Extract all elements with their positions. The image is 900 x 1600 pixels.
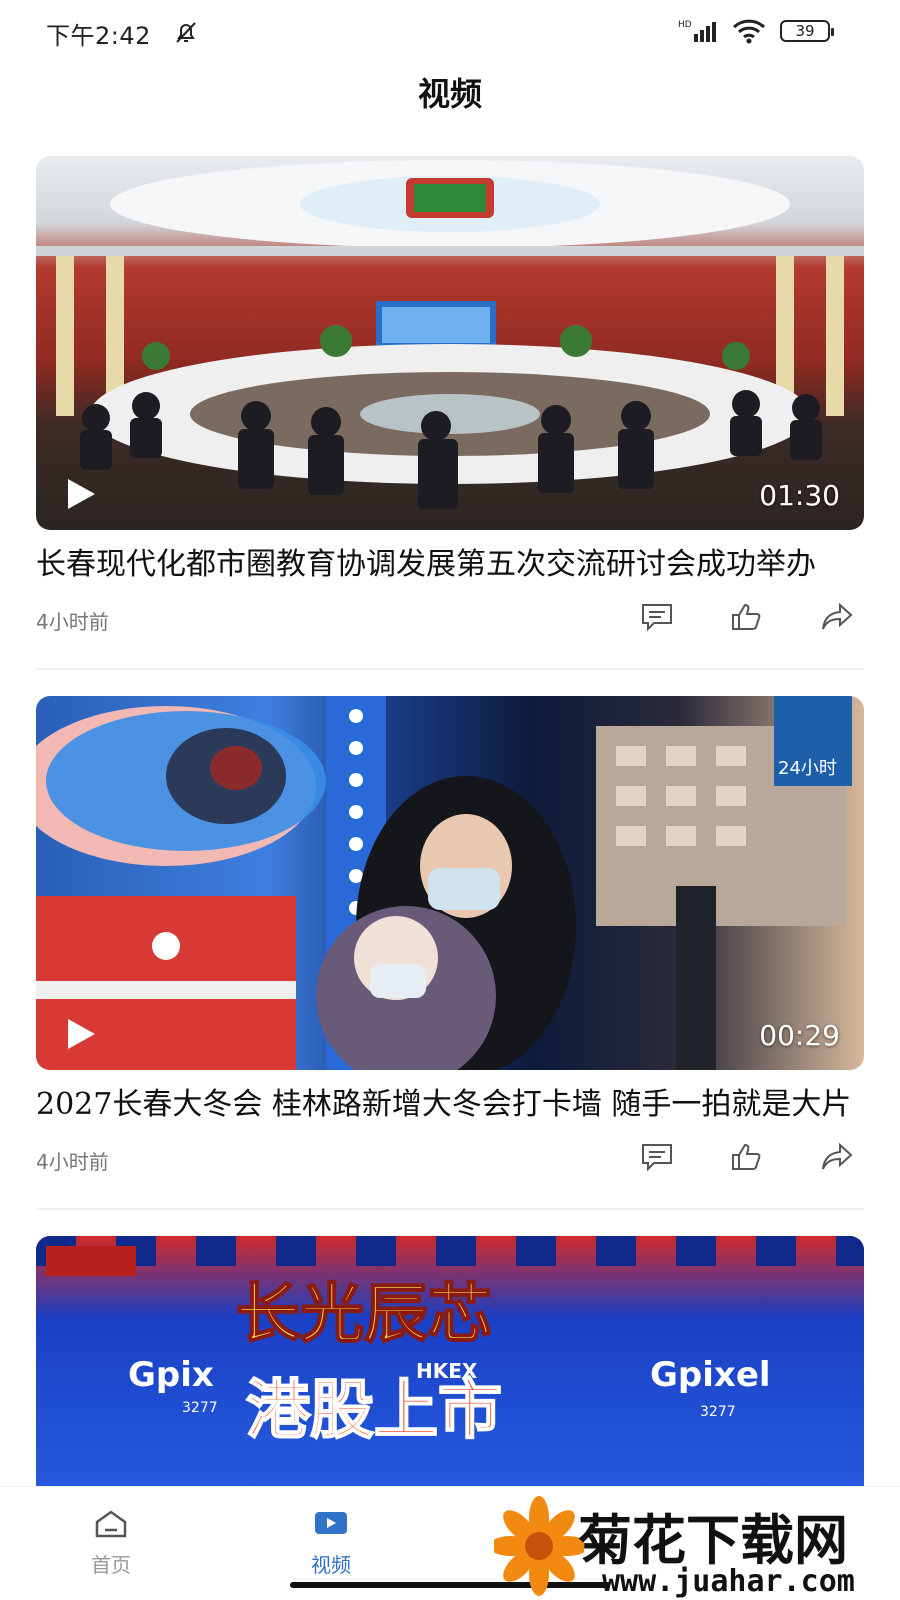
code-left-text: 3277: [182, 1400, 218, 1416]
share-icon[interactable]: [820, 1142, 854, 1172]
comment-icon[interactable]: [640, 602, 674, 632]
winter-games-scene: 24小时: [36, 696, 852, 1070]
watermark-url: www.juahar.com: [602, 1564, 855, 1599]
nav-label-video: 视频: [311, 1553, 351, 1577]
bell-muted-icon: [176, 22, 196, 43]
video-actions: [640, 602, 854, 632]
video-thumbnail[interactable]: 01:30: [36, 156, 864, 530]
video-duration: 01:30: [759, 479, 840, 512]
listing-scene: 长光辰芯 Gpix HKEX Gpixel 3277 3277 港股上市: [36, 1236, 864, 1449]
video-meta: 4小时前: [36, 1132, 864, 1188]
nav-item-video[interactable]: 视频: [286, 1509, 376, 1578]
like-icon[interactable]: [730, 1142, 764, 1172]
page-header: 视频: [0, 64, 900, 124]
comment-icon[interactable]: [640, 1142, 674, 1172]
nav-label-home: 首页: [91, 1553, 131, 1577]
status-time: 下午2:42: [46, 22, 151, 50]
video-thumbnail[interactable]: 24小时 00:29: [36, 696, 864, 1070]
brand-left-text: Gpix: [128, 1355, 214, 1395]
video-meta: 4小时前: [36, 592, 864, 648]
video-card[interactable]: 长光辰芯 Gpix HKEX Gpixel 3277 3277 港股上市: [36, 1236, 864, 1486]
conference-scene: [36, 160, 864, 509]
code-right-text: 3277: [700, 1404, 736, 1420]
battery-level: 39: [795, 22, 815, 40]
sign-24h: 24小时: [778, 758, 837, 779]
nav-item-home[interactable]: 首页: [66, 1509, 156, 1578]
share-icon[interactable]: [820, 602, 854, 632]
screen: 下午2:42 HD 39 视频 01:30 长春现代化都市圈教育协调发展第五次交…: [0, 0, 900, 1600]
status-right: HD 39: [678, 18, 834, 44]
video-card[interactable]: 24小时 00:29 2027长春大冬会 桂林路新增大冬会打卡墙 随手一拍就是大…: [36, 696, 864, 1210]
status-bar: 下午2:42 HD 39: [0, 0, 900, 64]
video-duration: 00:29: [759, 1019, 840, 1052]
banner-sub-text: 港股上市: [246, 1373, 502, 1448]
video-feed[interactable]: 01:30 长春现代化都市圈教育协调发展第五次交流研讨会成功举办 4小时前 24…: [0, 156, 900, 1486]
video-actions: [640, 1142, 854, 1172]
home-icon: [95, 1510, 127, 1538]
play-icon[interactable]: [62, 476, 98, 512]
video-time-ago: 4小时前: [36, 1150, 109, 1174]
divider: [36, 668, 864, 670]
flower-logo-icon: [494, 1496, 584, 1596]
divider: [36, 1208, 864, 1210]
page-title: 视频: [417, 75, 482, 113]
video-icon: [315, 1512, 347, 1534]
banner-main-text: 长光辰芯: [236, 1277, 492, 1352]
video-title[interactable]: 长春现代化都市圈教育协调发展第五次交流研讨会成功举办: [36, 544, 864, 586]
like-icon[interactable]: [730, 602, 764, 632]
play-icon[interactable]: [62, 1016, 98, 1052]
battery-icon: 39: [780, 20, 834, 42]
video-time-ago: 4小时前: [36, 610, 109, 634]
svg-text:HD: HD: [678, 20, 692, 30]
signal-icon: HD: [678, 20, 716, 42]
video-card[interactable]: 01:30 长春现代化都市圈教育协调发展第五次交流研讨会成功举办 4小时前: [36, 156, 864, 670]
video-title[interactable]: 2027长春大冬会 桂林路新增大冬会打卡墙 随手一拍就是大片: [36, 1084, 864, 1126]
brand-right-text: Gpixel: [650, 1355, 771, 1395]
watermark: 菊花下载网 www.juahar.com: [494, 1496, 900, 1600]
wifi-icon: [732, 19, 766, 44]
video-thumbnail[interactable]: 长光辰芯 Gpix HKEX Gpixel 3277 3277 港股上市: [36, 1236, 864, 1486]
